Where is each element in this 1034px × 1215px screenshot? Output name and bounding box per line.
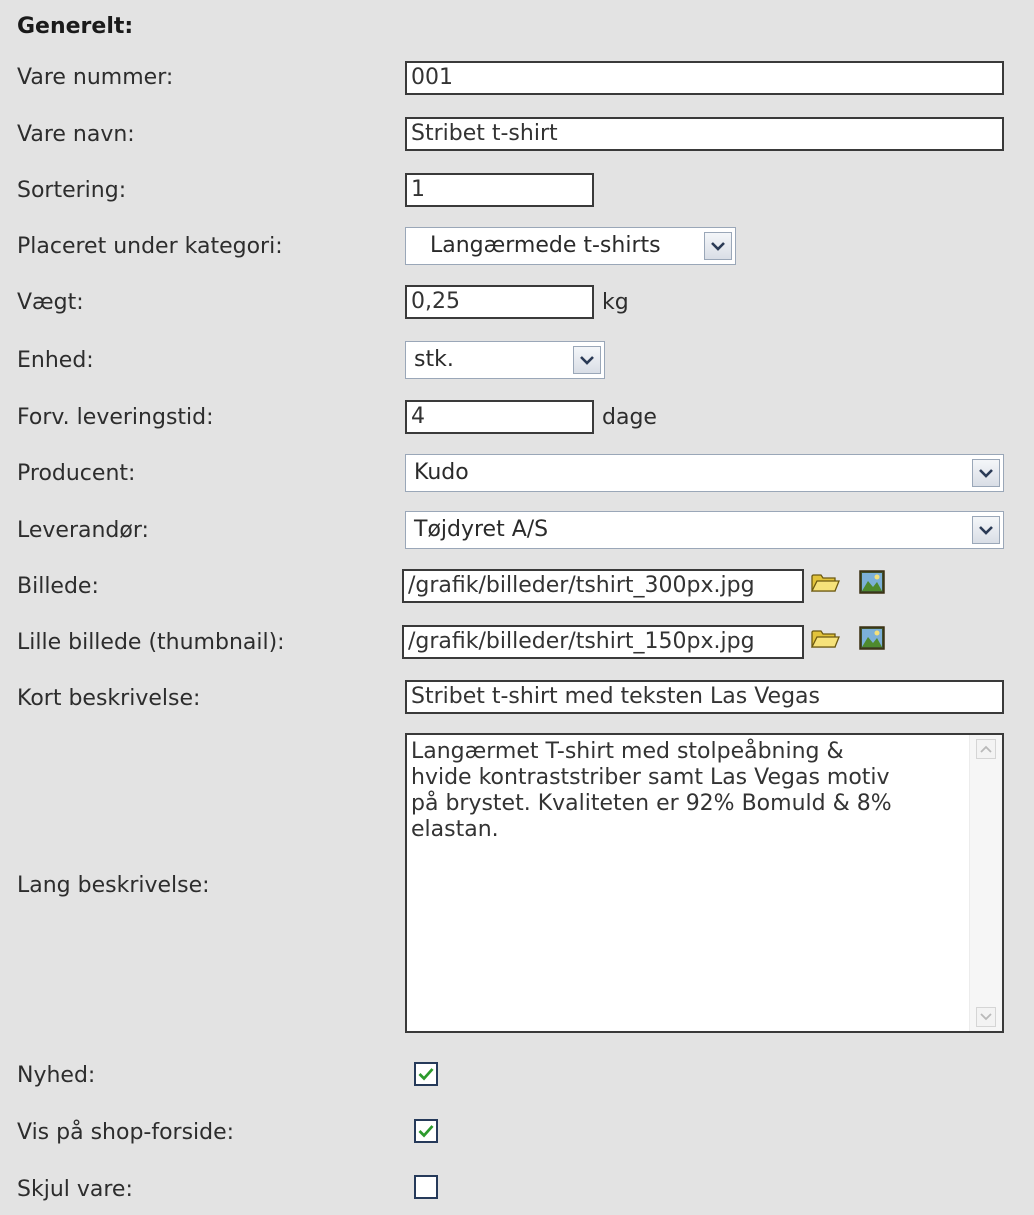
vaegt-input[interactable]: 0,25 <box>405 285 594 319</box>
leveringstid-label: Forv. leveringstid: <box>17 405 214 430</box>
folder-icon[interactable] <box>810 623 840 653</box>
skjul-vare-label: Skjul vare: <box>17 1177 133 1202</box>
vaegt-unit: kg <box>602 290 629 315</box>
vis-forside-checkbox[interactable] <box>414 1119 438 1143</box>
leveringstid-unit: dage <box>602 405 657 430</box>
chevron-down-icon[interactable] <box>972 516 1000 544</box>
folder-icon[interactable] <box>810 567 840 597</box>
chevron-down-icon[interactable] <box>573 346 601 374</box>
leveringstid-input[interactable]: 4 <box>405 400 594 434</box>
leverandoer-label: Leverandør: <box>17 518 149 543</box>
sortering-input[interactable]: 1 <box>405 173 594 207</box>
thumbnail-label: Lille billede (thumbnail): <box>17 630 285 655</box>
textarea-scrollbar[interactable] <box>969 735 1002 1031</box>
image-preview-icon[interactable] <box>857 567 887 597</box>
vaegt-label: Vægt: <box>17 290 84 315</box>
enhed-select-value: stk. <box>414 347 454 372</box>
producent-label: Producent: <box>17 461 136 486</box>
vare-nummer-input[interactable]: 001 <box>405 61 1004 95</box>
vare-navn-input[interactable]: Stribet t-shirt <box>405 117 1004 151</box>
producent-select-value: Kudo <box>414 460 469 485</box>
sortering-label: Sortering: <box>17 178 127 203</box>
checkmark-icon <box>418 1125 434 1138</box>
nyhed-label: Nyhed: <box>17 1063 96 1088</box>
image-preview-icon[interactable] <box>857 623 887 653</box>
kategori-select[interactable]: Langærmede t-shirts <box>405 227 736 265</box>
chevron-up-icon[interactable] <box>976 739 996 759</box>
billede-input[interactable]: /grafik/billeder/tshirt_300px.jpg <box>402 569 804 603</box>
section-title: Generelt: <box>17 14 134 39</box>
checkmark-icon <box>418 1068 434 1081</box>
vare-navn-label: Vare navn: <box>17 122 135 147</box>
kategori-select-value: Langærmede t-shirts <box>430 233 661 258</box>
kort-beskrivelse-input[interactable]: Stribet t-shirt med teksten Las Vegas <box>405 680 1004 714</box>
lang-beskrivelse-text: Langærmet T-shirt med stolpeåbning & hvi… <box>411 739 892 842</box>
chevron-down-icon[interactable] <box>976 1007 996 1027</box>
enhed-label: Enhed: <box>17 348 94 373</box>
lang-beskrivelse-label: Lang beskrivelse: <box>17 873 210 898</box>
vis-forside-label: Vis på shop-forside: <box>17 1120 235 1145</box>
leverandoer-select-value: Tøjdyret A/S <box>414 517 549 542</box>
chevron-down-icon[interactable] <box>972 459 1000 487</box>
kategori-label: Placeret under kategori: <box>17 234 283 259</box>
product-form: Generelt: Vare nummer: 001 Vare navn: St… <box>0 0 1034 1215</box>
producent-select[interactable]: Kudo <box>405 454 1004 492</box>
chevron-down-icon[interactable] <box>704 232 732 260</box>
skjul-vare-checkbox[interactable] <box>414 1175 438 1199</box>
kort-beskrivelse-label: Kort beskrivelse: <box>17 686 201 711</box>
enhed-select[interactable]: stk. <box>405 341 605 379</box>
lang-beskrivelse-textarea[interactable]: Langærmet T-shirt med stolpeåbning & hvi… <box>405 733 1004 1033</box>
nyhed-checkbox[interactable] <box>414 1062 438 1086</box>
vare-nummer-label: Vare nummer: <box>17 65 174 90</box>
billede-label: Billede: <box>17 574 99 599</box>
leverandoer-select[interactable]: Tøjdyret A/S <box>405 511 1004 549</box>
thumbnail-input[interactable]: /grafik/billeder/tshirt_150px.jpg <box>402 625 804 659</box>
